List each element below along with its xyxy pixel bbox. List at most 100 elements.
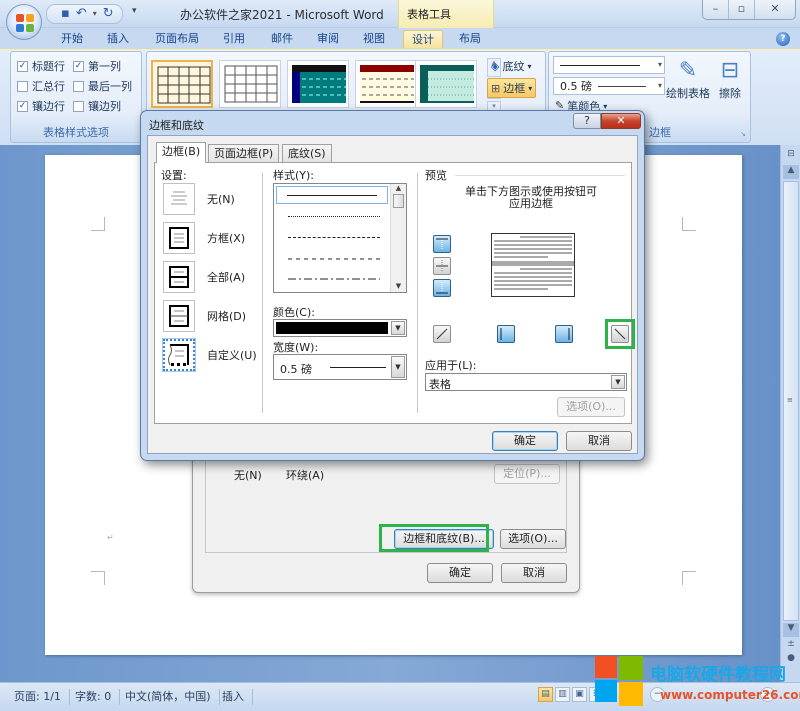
tab-design[interactable]: 设计 <box>403 30 443 48</box>
table-options-button[interactable]: 选项(O)... <box>500 529 566 549</box>
style-option-dash-dot[interactable] <box>276 270 388 288</box>
scroll-thumb[interactable]: ≡ <box>783 181 799 621</box>
borders-button[interactable]: ⊞ 边框 ▾ <box>487 78 537 98</box>
dialog-launcher-icon[interactable]: ↘ <box>740 130 746 138</box>
diagonal-up-border-button[interactable] <box>433 325 451 343</box>
customize-qat-icon[interactable]: ▾ <box>132 6 137 16</box>
previous-page-icon[interactable]: ± <box>783 639 799 653</box>
setting-box-icon <box>163 222 195 254</box>
tab-insert[interactable]: 插入 <box>98 30 138 48</box>
tab-shading[interactable]: 底纹(S) <box>282 144 332 162</box>
dialog-help-button[interactable]: ? <box>573 113 601 129</box>
tab-references[interactable]: 引用 <box>214 30 254 48</box>
color-swatch <box>276 322 388 334</box>
dialog-close-button[interactable]: ✕ <box>601 113 641 129</box>
style-option-dotted[interactable] <box>276 208 388 226</box>
cancel-button[interactable]: 取消 <box>501 563 567 583</box>
tab-mailings[interactable]: 邮件 <box>262 30 302 48</box>
full-screen-reading-icon[interactable]: ▥ <box>555 687 570 702</box>
setting-custom-icon <box>162 338 196 372</box>
left-border-button[interactable] <box>497 325 515 343</box>
setting-all[interactable]: 全部(A) <box>163 261 245 293</box>
banded-columns-checkbox[interactable]: 镶边列 <box>73 98 121 114</box>
border-options-button[interactable]: 选项(O)... <box>557 397 625 417</box>
tab-view[interactable]: 视图 <box>354 30 394 48</box>
page-count[interactable]: 页面: 1/1 <box>6 689 70 705</box>
setting-none[interactable]: 无(N) <box>163 183 235 215</box>
banded-rows-checkbox[interactable]: ✓ 镶边行 <box>17 98 65 114</box>
ruler-toggle-icon[interactable]: ⊟ <box>783 149 799 163</box>
color-select[interactable]: ▼ <box>273 319 407 337</box>
table-style-teal[interactable] <box>287 60 349 108</box>
last-column-checkbox[interactable]: 最后一列 <box>73 78 132 94</box>
close-button[interactable]: ✕ <box>755 0 795 19</box>
color-label: 颜色(C): <box>273 306 315 319</box>
style-option-dashed[interactable] <box>276 250 388 268</box>
total-row-checkbox[interactable]: 汇总行 <box>17 78 65 94</box>
width-select[interactable]: 0.5 磅 ▼ <box>273 354 407 380</box>
insert-mode[interactable]: 插入 <box>214 689 253 705</box>
tab-layout[interactable]: 布局 <box>450 30 490 48</box>
checkbox-checked-icon: ✓ <box>73 60 84 72</box>
width-value: 0.5 磅 <box>280 363 312 376</box>
ok-button[interactable]: 确定 <box>427 563 493 583</box>
minimize-button[interactable]: – <box>703 0 729 19</box>
scroll-thumb[interactable] <box>393 194 404 208</box>
setting-label: 网格(D) <box>207 310 247 323</box>
shading-button[interactable]: ◈ 底纹 ▾ <box>491 58 531 74</box>
right-border-button[interactable] <box>555 325 573 343</box>
table-style-teal-dotted[interactable] <box>415 60 477 108</box>
wrap-around-label[interactable]: 环绕(A) <box>286 467 324 483</box>
dropdown-arrow-icon[interactable]: ▼ <box>391 356 405 378</box>
cancel-button[interactable]: 取消 <box>566 431 632 451</box>
tab-borders[interactable]: 边框(B) <box>156 142 207 163</box>
header-row-checkbox[interactable]: ✓ 标题行 <box>17 58 65 74</box>
first-column-checkbox[interactable]: ✓ 第一列 <box>73 58 121 74</box>
tab-review[interactable]: 审阅 <box>308 30 348 48</box>
scroll-up-button[interactable]: ▲ <box>783 165 799 179</box>
setting-box[interactable]: 方框(X) <box>163 222 245 254</box>
save-icon[interactable]: ▪ <box>61 5 70 23</box>
tab-page-layout[interactable]: 页面布局 <box>148 30 206 48</box>
tab-page-border[interactable]: 页面边框(P) <box>208 144 280 162</box>
preview-diagram[interactable] <box>491 233 575 297</box>
line-weight-combo[interactable]: 0.5 磅 ▾ <box>553 77 665 95</box>
undo-dropdown-icon[interactable]: ▾ <box>93 5 97 23</box>
office-button[interactable] <box>6 4 42 40</box>
ok-button[interactable]: 确定 <box>492 431 558 451</box>
maximize-button[interactable]: ▫ <box>729 0 755 19</box>
style-label: 样式(Y): <box>273 169 315 182</box>
vertical-scrollbar[interactable]: ⊟ ▲ ≡ ▼ ± ● <box>780 145 800 682</box>
top-border-button[interactable] <box>433 235 451 253</box>
eraser-button[interactable]: ⊟ 擦除 <box>715 58 745 101</box>
bottom-border-button[interactable] <box>433 279 451 297</box>
style-list-scrollbar[interactable]: ▲ ▼ <box>390 184 406 292</box>
style-option-solid[interactable] <box>276 186 388 204</box>
print-layout-view-icon[interactable]: ▤ <box>538 687 553 702</box>
draw-table-button[interactable]: ✎ 绘制表格 <box>665 58 711 101</box>
tab-home[interactable]: 开始 <box>52 30 92 48</box>
setting-grid[interactable]: 网格(D) <box>163 300 246 332</box>
style-list[interactable]: ▲ ▼ <box>273 183 407 293</box>
table-style-darkred[interactable] <box>355 60 417 108</box>
dropdown-arrow-icon[interactable]: ▼ <box>391 321 405 335</box>
help-icon[interactable]: ? <box>776 32 790 46</box>
wrap-none-label[interactable]: 无(N) <box>234 467 262 483</box>
setting-custom[interactable]: 自定义(U) <box>162 338 257 372</box>
scroll-up-icon[interactable]: ▲ <box>391 184 406 192</box>
language-indicator[interactable]: 中文(简体，中国) <box>117 689 220 705</box>
undo-icon[interactable]: ↶ <box>76 5 87 23</box>
position-button[interactable]: 定位(P)... <box>494 464 560 484</box>
apply-to-select[interactable]: 表格 ▼ <box>425 373 627 391</box>
inside-horizontal-border-button[interactable] <box>433 257 451 275</box>
word-count[interactable]: 字数: 0 <box>67 689 121 705</box>
line-style-combo[interactable]: ▾ <box>553 56 665 74</box>
scroll-down-button[interactable]: ▼ <box>783 623 799 637</box>
table-style-grid-light[interactable] <box>219 60 281 108</box>
web-layout-icon[interactable]: ▣ <box>572 687 587 702</box>
style-option-dashed-fine[interactable] <box>276 228 388 246</box>
dropdown-arrow-icon[interactable]: ▼ <box>611 375 625 389</box>
redo-icon[interactable]: ↻ <box>103 5 114 23</box>
table-style-grid-selected[interactable] <box>151 60 213 108</box>
scroll-down-icon[interactable]: ▼ <box>391 282 406 290</box>
